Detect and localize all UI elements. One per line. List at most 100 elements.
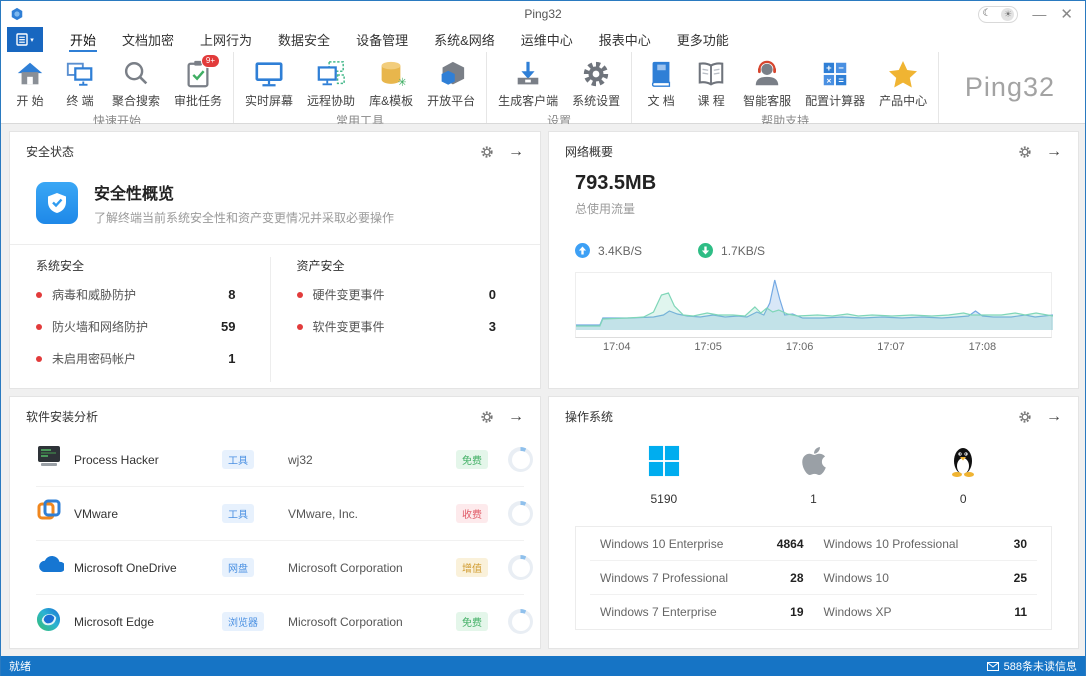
tab-system-network[interactable]: 系统&网络 [421, 27, 508, 52]
theme-toggle[interactable]: ☾ ☀ [978, 6, 1018, 23]
price-tag: 增值 [456, 558, 488, 577]
close-button[interactable]: ✕ [1060, 7, 1073, 22]
software-open-arrow-icon[interactable]: → [508, 409, 524, 425]
os-platform-linux[interactable]: 0 [888, 445, 1038, 506]
main-menu-button[interactable]: ▾ [7, 27, 43, 52]
ribbon-approval-tasks-button[interactable]: 9+ 审批任务 [167, 56, 229, 111]
ribbon-config-calculator-button[interactable]: +−×= 配置计算器 [798, 56, 872, 111]
category-tag: 工具 [222, 504, 254, 523]
tab-strip: 开始 文档加密 上网行为 数据安全 设备管理 系统&网络 运维中心 报表中心 更… [57, 27, 742, 52]
light-mode-icon[interactable]: ☀ [1001, 8, 1014, 21]
software-card-title: 软件安装分析 [26, 408, 98, 425]
security-item-password[interactable]: 未启用密码帐户 1 [36, 350, 270, 367]
onedrive-icon [36, 555, 74, 580]
security-open-arrow-icon[interactable]: → [508, 144, 524, 160]
x-tick-label: 17:07 [877, 341, 905, 353]
unread-messages[interactable]: 588条未读信息 [987, 658, 1077, 674]
ribbon-product-center-button[interactable]: 产品中心 [872, 56, 934, 111]
x-tick-label: 17:08 [969, 341, 997, 353]
minimize-button[interactable]: — [1032, 7, 1046, 21]
titlebar: Ping32 ☾ ☀ — ✕ [1, 1, 1085, 27]
security-overview-title: 安全性概览 [94, 180, 394, 204]
window-title: Ping32 [1, 7, 1085, 21]
tab-device-management[interactable]: 设备管理 [343, 27, 421, 52]
install-ratio-ring [508, 609, 533, 634]
system-settings-icon [581, 58, 611, 90]
software-row-process-hacker[interactable]: Process Hacker 工具 wj32 免费 62 [36, 433, 524, 487]
edge-icon [36, 607, 74, 637]
software-row-onedrive[interactable]: Microsoft OneDrive 网盘 Microsoft Corporat… [36, 541, 524, 595]
ribbon-start-button[interactable]: 开 始 [5, 56, 55, 111]
tab-ops-center[interactable]: 运维中心 [508, 27, 586, 52]
menu-caret-icon: ▾ [30, 36, 34, 44]
os-table-cell: Windows 7 Professional28 [590, 561, 814, 595]
security-item-software-change[interactable]: 软件变更事件 3 [297, 318, 531, 335]
search-icon [121, 58, 151, 90]
config-calculator-icon: +−× = [820, 58, 850, 90]
ribbon-support-agent-button[interactable]: 智能客服 [736, 56, 798, 111]
download-speed-stat: 1.7KB/S [698, 243, 765, 258]
svg-text:×: × [827, 75, 832, 85]
ribbon-system-settings-button[interactable]: 系统设置 [565, 56, 627, 111]
software-row-vmware[interactable]: VMware 工具 VMware, Inc. 收费 59 [36, 487, 524, 541]
tab-document-encryption[interactable]: 文档加密 [109, 27, 187, 52]
security-item-firewall[interactable]: 防火墙和网络防护 59 [36, 318, 270, 335]
home-icon [15, 58, 45, 90]
system-security-section: 系统安全 病毒和威胁防护 8 防火墙和网络防护 59 未启用密码帐户 [36, 257, 270, 382]
security-settings-gear-icon[interactable] [480, 145, 494, 159]
ribbon-remote-assist-button[interactable]: 远程协助 [300, 56, 362, 111]
svg-text:−: − [839, 63, 845, 73]
ribbon: 开 始 终 端 聚合搜索 9+ 审批任务 快速开始 [1, 52, 1085, 124]
product-center-icon [887, 58, 919, 90]
network-total-label: 总使用流量 [575, 200, 1052, 217]
os-platform-apple[interactable]: 1 [739, 445, 889, 506]
os-open-arrow-icon[interactable]: → [1046, 409, 1062, 425]
software-row-edge[interactable]: Microsoft Edge 浏览器 Microsoft Corporation… [36, 595, 524, 648]
tab-more-features[interactable]: 更多功能 [664, 27, 742, 52]
os-settings-gear-icon[interactable] [1018, 410, 1032, 424]
network-total-traffic: 793.5MB [575, 172, 1052, 195]
upload-speed-stat: 3.4KB/S [575, 243, 642, 258]
ribbon-aggregate-search-button[interactable]: 聚合搜索 [105, 56, 167, 111]
ribbon-generate-client-button[interactable]: 生成客户端 [491, 56, 565, 111]
network-card-title: 网络概要 [565, 143, 613, 160]
alert-dot-icon [36, 292, 42, 298]
remote-assist-icon [316, 58, 346, 90]
tab-start[interactable]: 开始 [57, 27, 109, 52]
x-tick-label: 17:05 [694, 341, 722, 353]
courses-icon [696, 58, 726, 90]
open-platform-icon [436, 58, 466, 90]
ribbon-open-platform-button[interactable]: 开放平台 [420, 56, 482, 111]
security-overview: 安全性概览 了解终端当前系统安全性和资产变更情况并采取必要操作 [10, 166, 540, 245]
ribbon-terminal-button[interactable]: 终 端 [55, 56, 105, 111]
windows-icon [648, 445, 680, 482]
docs-icon [647, 58, 675, 90]
security-item-virus[interactable]: 病毒和威胁防护 8 [36, 286, 270, 303]
ribbon-library-template-button[interactable]: ✳ 库&模板 [362, 56, 420, 111]
network-chart-svg [576, 273, 1053, 337]
tab-internet-behavior[interactable]: 上网行为 [187, 27, 265, 52]
vmware-icon [36, 498, 74, 529]
network-settings-gear-icon[interactable] [1018, 145, 1032, 159]
ribbon-courses-button[interactable]: 课 程 [686, 56, 736, 111]
svg-text:+: + [826, 63, 832, 73]
x-tick-label: 17:04 [603, 341, 631, 353]
dark-mode-icon[interactable]: ☾ [982, 9, 991, 19]
software-settings-gear-icon[interactable] [480, 410, 494, 424]
category-tag: 浏览器 [222, 612, 264, 631]
asset-security-section: 资产安全 硬件变更事件 0 软件变更事件 3 [270, 257, 531, 382]
tab-report-center[interactable]: 报表中心 [586, 27, 664, 52]
os-platform-windows[interactable]: 5190 [589, 445, 739, 506]
ribbon-group-help-support: 文 档 课 程 智能客服 +−×= 配置计算器 产品中心 [632, 52, 939, 123]
tab-data-security[interactable]: 数据安全 [265, 27, 343, 52]
ribbon-group-common-tools: 实时屏幕 远程协助 ✳ 库&模板 开放平台 常用工具 [234, 52, 487, 123]
svg-text:=: = [839, 75, 845, 85]
support-agent-icon [752, 58, 782, 90]
security-item-hardware-change[interactable]: 硬件变更事件 0 [297, 286, 531, 303]
network-traffic-chart [575, 272, 1052, 338]
ribbon-docs-button[interactable]: 文 档 [636, 56, 686, 111]
network-open-arrow-icon[interactable]: → [1046, 144, 1062, 160]
alert-dot-icon [36, 356, 42, 362]
ribbon-live-screen-button[interactable]: 实时屏幕 [238, 56, 300, 111]
os-table-cell: Windows 1025 [814, 561, 1038, 595]
